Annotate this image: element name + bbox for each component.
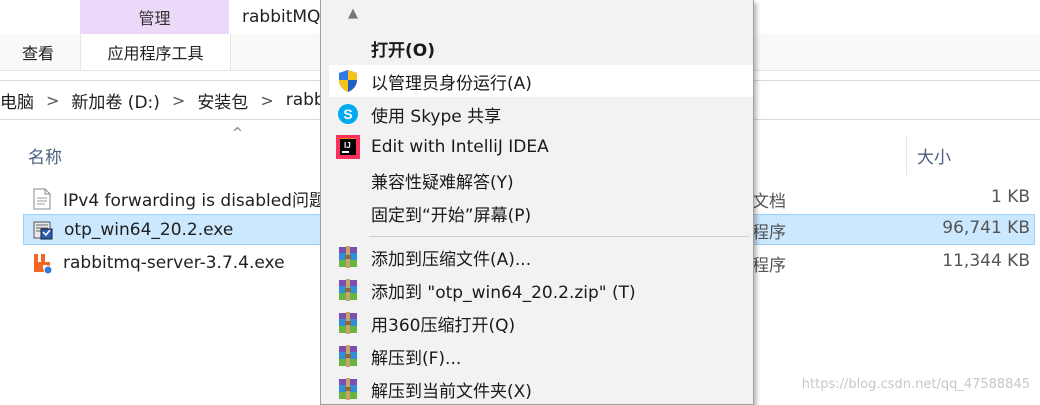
- file-name: IPv4 forwarding is disabled问题: [63, 191, 326, 211]
- menu-item-add-to-zip[interactable]: 添加到 "otp_win64_20.2.zip" (T): [329, 274, 753, 306]
- winrar-icon: [335, 244, 361, 270]
- menu-item-extract-here[interactable]: 解压到当前文件夹(X): [329, 373, 753, 405]
- column-header-name[interactable]: 名称: [28, 140, 62, 170]
- skype-icon: S: [335, 101, 361, 127]
- tab-application-tools[interactable]: 应用程序工具: [80, 34, 231, 70]
- file-size: 1 KB: [990, 187, 1030, 207]
- column-divider[interactable]: [906, 135, 907, 175]
- file-type: 程序: [752, 256, 786, 276]
- menu-item-compatibility-troubleshoot[interactable]: 兼容性疑难解答(Y): [329, 164, 753, 196]
- breadcrumb-separator: >: [171, 90, 186, 110]
- window-title: rabbitMQ: [242, 7, 321, 27]
- menu-item-open-with-360zip[interactable]: 用360压缩打开(Q): [329, 307, 753, 339]
- watermark: https://blog.csdn.net/qq_47588845: [801, 377, 1030, 392]
- file-size: 11,344 KB: [942, 251, 1030, 271]
- menu-item-label: 使用 Skype 共享: [371, 106, 502, 127]
- breadcrumb-pc[interactable]: 电脑: [0, 88, 40, 113]
- menu-item-label: 以管理员身份运行(A): [371, 73, 532, 94]
- erlang-installer-icon: [32, 219, 54, 241]
- menu-separator: [369, 236, 749, 237]
- text-file-icon: [31, 188, 53, 210]
- winrar-icon: [335, 277, 361, 303]
- winrar-icon: [335, 376, 361, 402]
- file-name: otp_win64_20.2.exe: [64, 219, 234, 240]
- menu-item-label: 用360压缩打开(Q): [371, 315, 516, 336]
- menu-item-extract-to[interactable]: 解压到(F)...: [329, 340, 753, 372]
- rabbitmq-icon: [31, 252, 53, 274]
- intellij-icon: IJ: [335, 134, 361, 160]
- menu-item-label: 固定到“开始”屏幕(P): [371, 205, 532, 226]
- menu-item-share-with-skype[interactable]: S 使用 Skype 共享: [329, 98, 753, 130]
- menu-item-edit-with-intellij[interactable]: IJ Edit with IntelliJ IDEA: [329, 131, 753, 163]
- menu-item-pin-to-start[interactable]: 固定到“开始”屏幕(P): [329, 197, 753, 229]
- svg-text:S: S: [343, 106, 352, 122]
- file-type: 文档: [752, 192, 786, 212]
- winrar-icon: [335, 310, 361, 336]
- menu-item-label: 打开(O): [371, 40, 435, 61]
- menu-item-run-as-admin[interactable]: 以管理员身份运行(A): [329, 65, 753, 97]
- breadcrumb-separator: >: [46, 90, 60, 110]
- file-type: 程序: [752, 223, 786, 243]
- menu-item-label: 解压到当前文件夹(X): [371, 381, 532, 402]
- tab-view[interactable]: 查看: [22, 34, 54, 70]
- file-size: 96,741 KB: [942, 218, 1030, 238]
- breadcrumb-separator: >: [260, 90, 274, 110]
- sort-ascending-icon: ^: [232, 126, 243, 141]
- menu-item-label: 添加到压缩文件(A)...: [371, 249, 532, 270]
- menu-item-add-to-archive[interactable]: 添加到压缩文件(A)...: [329, 241, 753, 273]
- tab-manage[interactable]: 管理: [80, 0, 229, 34]
- menu-item-label: 添加到 "otp_win64_20.2.zip" (T): [371, 282, 636, 303]
- uac-shield-icon: [335, 68, 361, 94]
- column-header-size[interactable]: 大小: [917, 140, 951, 170]
- winrar-icon: [335, 343, 361, 369]
- breadcrumb-drive-d[interactable]: 新加卷 (D:): [65, 88, 166, 113]
- menu-item-label: 解压到(F)...: [371, 348, 462, 369]
- file-name: rabbitmq-server-3.7.4.exe: [63, 252, 285, 273]
- breadcrumb-install-packages[interactable]: 安装包: [191, 88, 254, 113]
- menu-scroll-up-icon[interactable]: ▲: [348, 6, 358, 21]
- menu-item-label: Edit with IntelliJ IDEA: [371, 137, 549, 157]
- svg-text:IJ: IJ: [344, 141, 351, 150]
- menu-item-open[interactable]: 打开(O): [329, 32, 753, 64]
- context-menu: 打开(O) 以管理员身份运行(A) S 使用 Skype 共享 IJ Edit …: [320, 0, 754, 405]
- menu-item-label: 兼容性疑难解答(Y): [371, 172, 514, 193]
